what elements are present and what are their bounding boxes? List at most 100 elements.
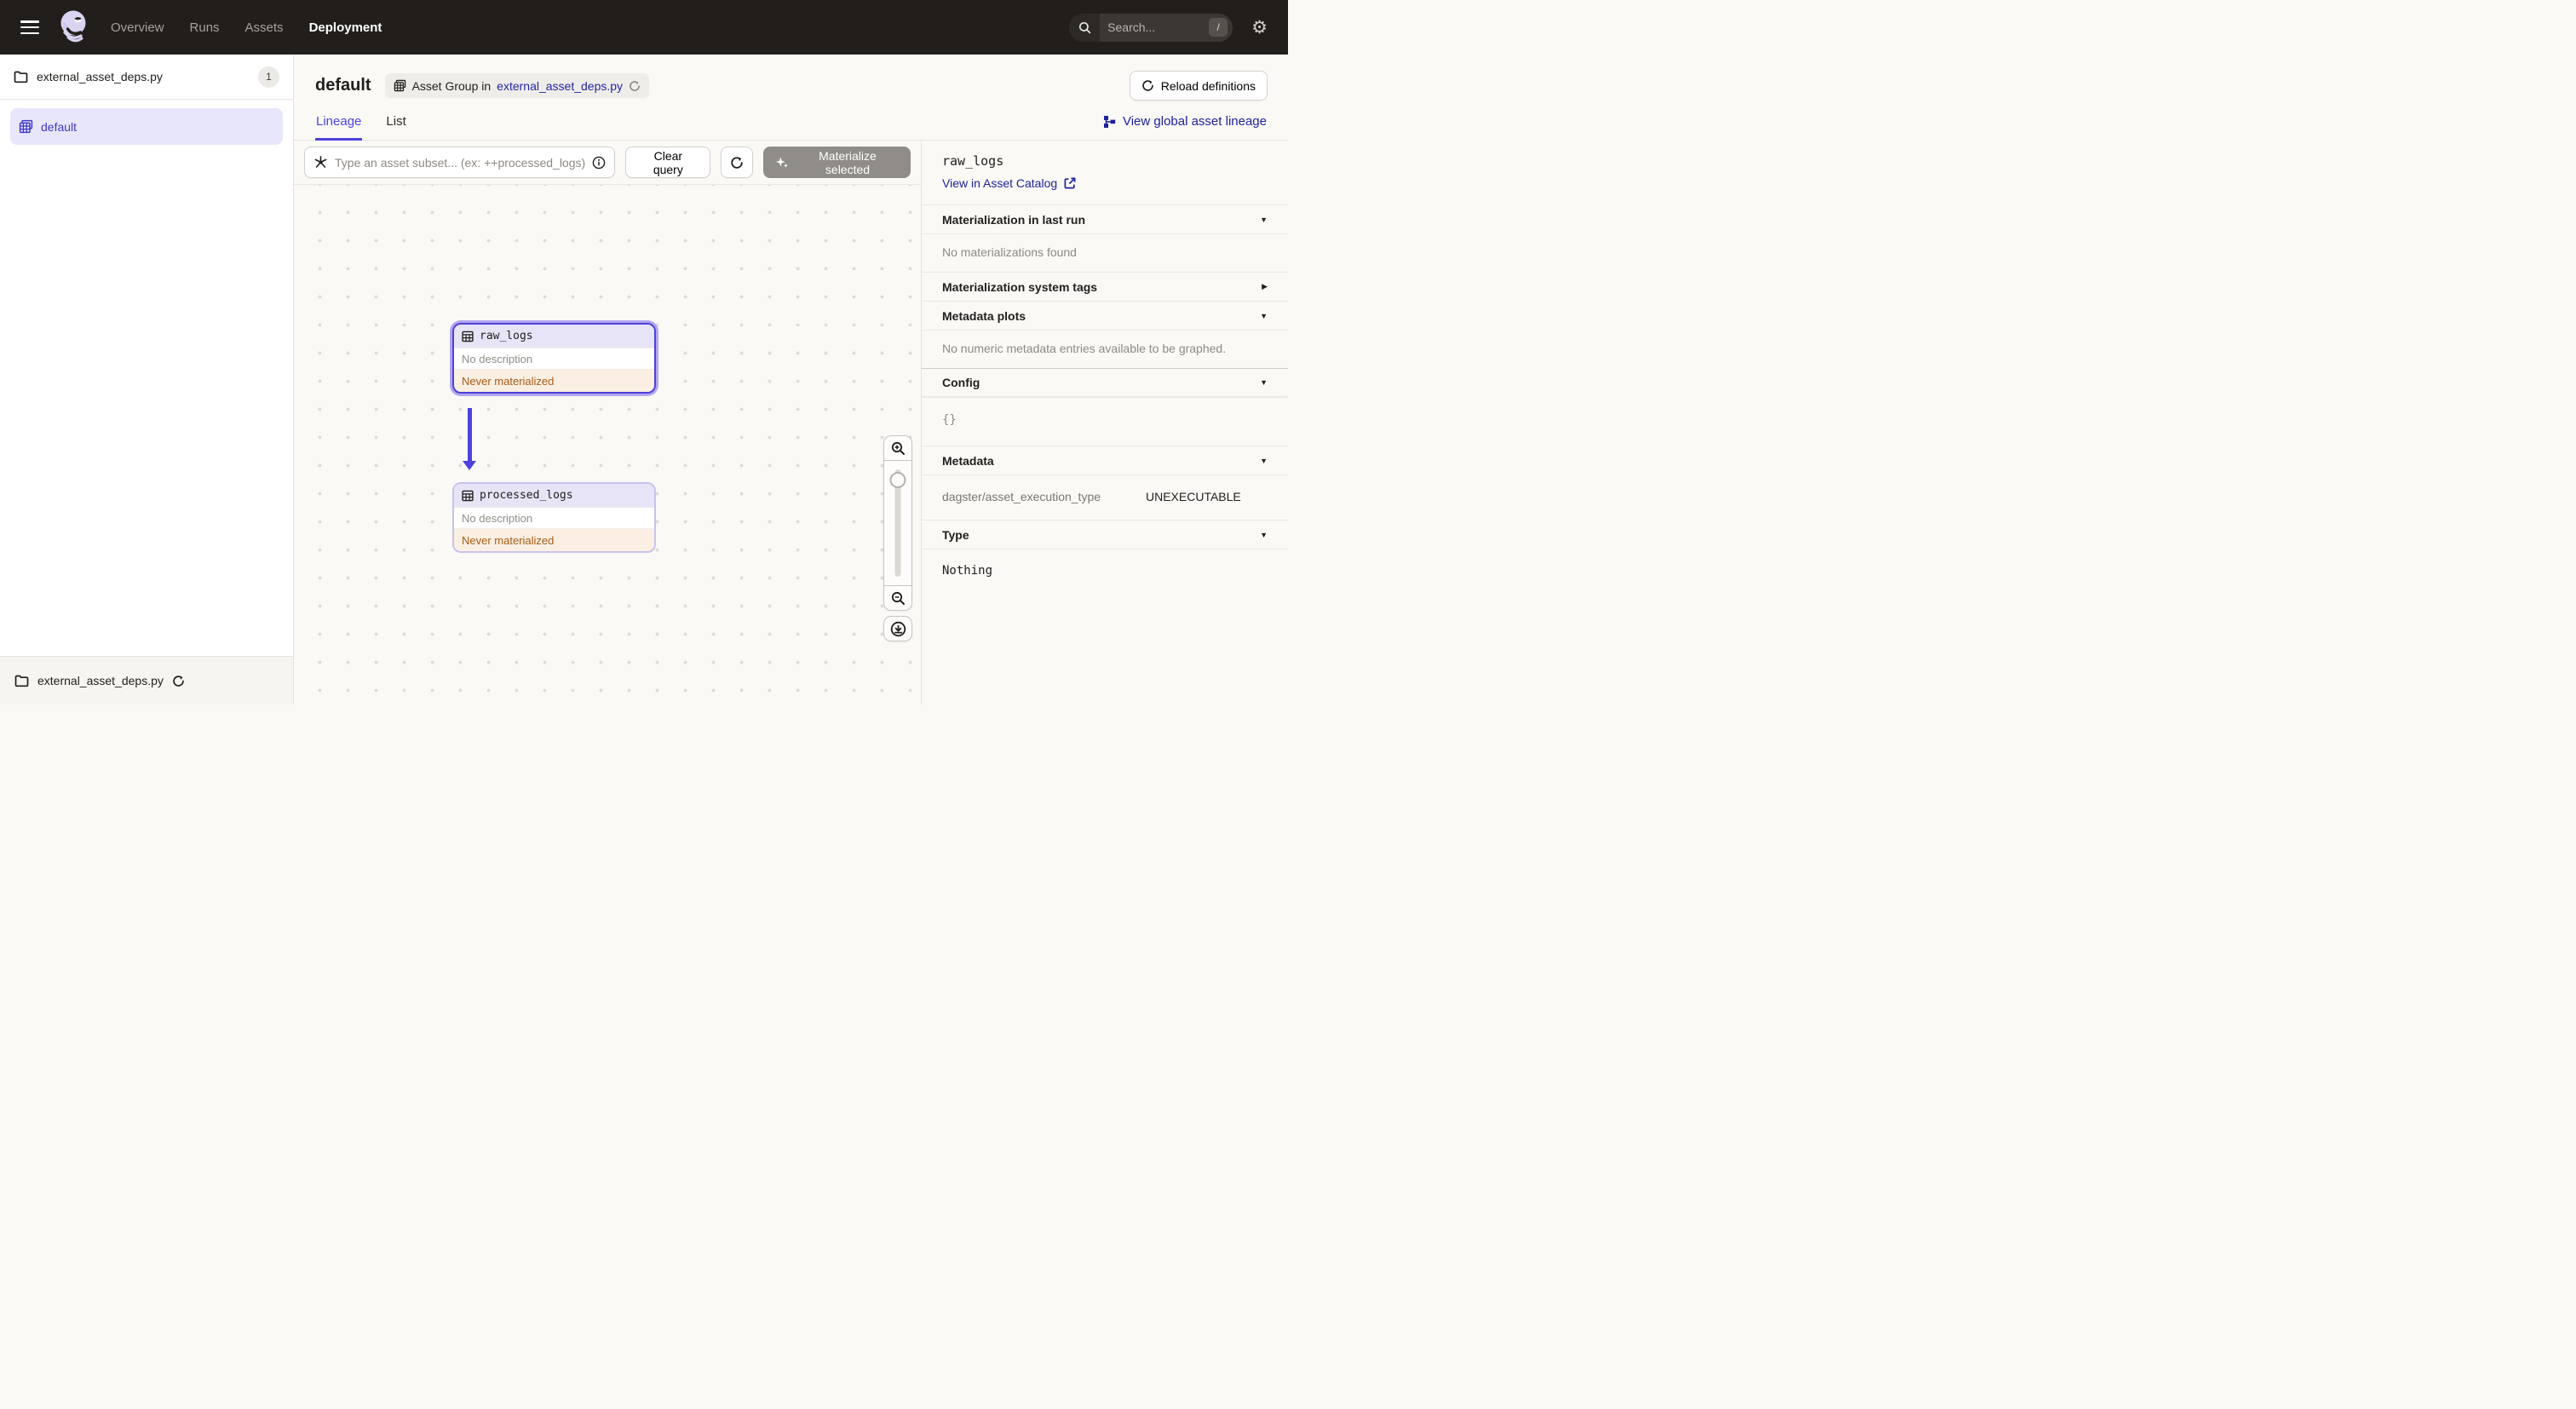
nav-links: Overview Runs Assets Deployment: [111, 20, 382, 35]
external-link-icon: [1064, 177, 1076, 189]
reload-icon[interactable]: [629, 80, 641, 92]
asset-group-icon: [19, 119, 33, 134]
nav-item-deployment[interactable]: Deployment: [309, 20, 382, 35]
caret-right-icon: ▶: [1262, 282, 1268, 290]
breadcrumb-prefix: Asset Group in: [411, 78, 492, 93]
sidebar-item-default-group[interactable]: default: [10, 108, 283, 145]
asset-node-name: processed_logs: [480, 489, 573, 502]
info-icon[interactable]: [592, 156, 606, 170]
sidebar-repo-row[interactable]: external_asset_deps.py 1: [0, 55, 293, 100]
graph-toolbar: Type an asset subset... (ex: ++processed…: [294, 141, 921, 185]
asset-node-processed-logs[interactable]: processed_logs No description Never mate…: [452, 482, 656, 553]
section-materialization-last-run[interactable]: Materialization in last run ▼: [922, 205, 1288, 234]
zoom-in-button[interactable]: [884, 436, 911, 461]
clear-query-label: Clear query: [653, 148, 683, 176]
section-label: Metadata: [942, 453, 994, 468]
page-header: default Asset Group in external_asset_de…: [294, 55, 1288, 101]
asset-group-breadcrumb: Asset Group in external_asset_deps.py: [384, 73, 650, 98]
refresh-icon: [731, 156, 744, 169]
last-run-empty-text: No materializations found: [922, 234, 1288, 273]
repo-count-badge: 1: [258, 66, 279, 88]
search-input[interactable]: Search... /: [1069, 13, 1233, 42]
search-placeholder: Search...: [1107, 20, 1156, 34]
zoom-out-button[interactable]: [884, 585, 911, 610]
section-metadata-plots[interactable]: Metadata plots ▼: [922, 302, 1288, 331]
reload-icon: [1141, 80, 1153, 91]
section-config[interactable]: Config ▼: [922, 368, 1288, 397]
sidebar: external_asset_deps.py 1 default externa…: [0, 55, 294, 704]
section-materialization-system-tags[interactable]: Materialization system tags ▶: [922, 273, 1288, 302]
materialize-selected-button[interactable]: Materialize selected: [763, 147, 911, 178]
section-label: Config: [942, 376, 980, 389]
metadata-value: UNEXECUTABLE: [1146, 490, 1241, 503]
type-value: Nothing: [942, 564, 993, 578]
asset-node-raw-logs[interactable]: raw_logs No description Never materializ…: [452, 323, 656, 394]
table-icon: [462, 490, 474, 501]
table-icon: [462, 331, 474, 342]
asset-group-icon: [394, 79, 405, 92]
recenter-button[interactable]: [883, 616, 912, 641]
dagster-logo-icon[interactable]: [56, 9, 90, 46]
caret-down-icon: ▼: [1260, 456, 1268, 465]
asset-selector-icon: [314, 155, 327, 168]
config-value: {}: [922, 397, 1288, 446]
graph-area[interactable]: raw_logs No description Never materializ…: [294, 185, 921, 704]
asset-node-description: No description: [454, 348, 654, 370]
download-circle-icon: [890, 621, 906, 636]
sidebar-footer-repo[interactable]: external_asset_deps.py: [0, 656, 293, 704]
view-in-asset-catalog-link[interactable]: View in Asset Catalog: [942, 176, 1076, 190]
tab-lineage[interactable]: Lineage: [315, 114, 363, 141]
view-global-asset-lineage-label: View global asset lineage: [1122, 114, 1267, 129]
hamburger-menu-icon[interactable]: [20, 20, 39, 34]
asset-node-status: Never materialized: [454, 529, 654, 551]
section-type[interactable]: Type ▼: [922, 520, 1288, 549]
metadata-plots-empty-text: No numeric metadata entries available to…: [942, 342, 1227, 355]
nav-item-runs[interactable]: Runs: [190, 20, 220, 35]
asset-node-header: raw_logs: [454, 325, 654, 348]
section-label: Materialization system tags: [942, 279, 1098, 294]
view-in-asset-catalog-label: View in Asset Catalog: [942, 176, 1058, 190]
clear-query-button[interactable]: Clear query: [625, 147, 711, 178]
gear-icon[interactable]: ⚙: [1251, 19, 1268, 37]
asset-subset-input[interactable]: Type an asset subset... (ex: ++processed…: [304, 147, 616, 178]
sparkle-icon: [776, 157, 789, 168]
lineage-edge-arrow: [463, 408, 476, 470]
asset-details-panel: raw_logs View in Asset Catalog Materiali…: [921, 141, 1288, 704]
nav-item-assets[interactable]: Assets: [245, 20, 284, 35]
zoom-panel: [883, 435, 912, 611]
page-title: default: [315, 76, 371, 95]
refresh-graph-button[interactable]: [721, 147, 754, 178]
asset-group-list: default: [0, 100, 293, 153]
asset-subset-placeholder: Type an asset subset... (ex: ++processed…: [335, 155, 586, 170]
tab-list[interactable]: List: [385, 114, 406, 140]
details-asset-name: raw_logs: [942, 153, 1004, 169]
reload-definitions-button[interactable]: Reload definitions: [1129, 71, 1268, 101]
view-global-asset-lineage-link[interactable]: View global asset lineage: [1103, 114, 1267, 140]
search-icon: [1069, 13, 1101, 42]
asset-node-description: No description: [454, 507, 654, 529]
metadata-key: dagster/asset_execution_type: [942, 490, 1101, 503]
sidebar-item-label: default: [41, 119, 78, 134]
asset-node-status: Never materialized: [454, 370, 654, 392]
nav-item-overview[interactable]: Overview: [111, 20, 164, 35]
zoom-slider[interactable]: [884, 461, 911, 585]
asset-node-header: processed_logs: [454, 484, 654, 507]
zoom-out-icon: [891, 591, 905, 605]
folder-icon: [14, 71, 28, 83]
zoom-in-icon: [891, 441, 905, 455]
caret-down-icon: ▼: [1260, 311, 1268, 320]
breadcrumb-repo-link[interactable]: external_asset_deps.py: [497, 79, 623, 93]
top-nav: Overview Runs Assets Deployment Search..…: [0, 0, 1288, 55]
main-panel: default Asset Group in external_asset_de…: [294, 55, 1288, 704]
caret-down-icon: ▼: [1260, 530, 1268, 539]
reload-icon[interactable]: [172, 675, 185, 687]
folder-icon: [14, 675, 29, 687]
metadata-row: dagster/asset_execution_type UNEXECUTABL…: [942, 490, 1268, 503]
caret-down-icon: ▼: [1260, 215, 1268, 224]
caret-down-icon: ▼: [1260, 378, 1268, 387]
lineage-graph-icon: [1103, 115, 1116, 128]
section-metadata[interactable]: Metadata ▼: [922, 446, 1288, 475]
zoom-slider-thumb[interactable]: [889, 472, 906, 488]
search-shortcut-key: /: [1209, 18, 1228, 37]
asset-node-name: raw_logs: [480, 330, 533, 342]
